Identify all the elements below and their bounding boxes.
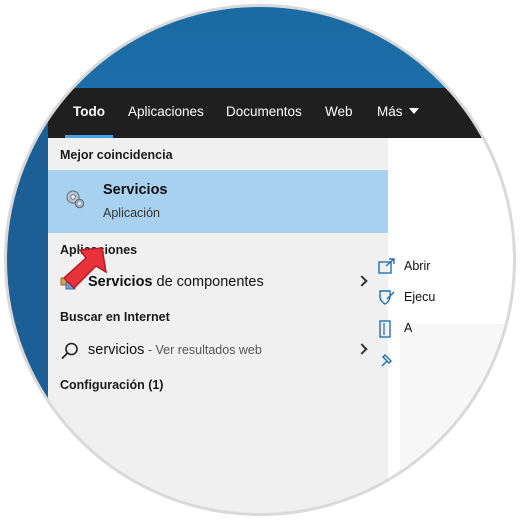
- best-match-title: Servicios: [103, 182, 168, 198]
- tab-web[interactable]: Web: [325, 88, 353, 138]
- action-location-label: A: [404, 321, 413, 335]
- pin-icon: [381, 354, 392, 367]
- app-result-rest: de componentes: [152, 274, 264, 290]
- pointer-arrow-icon: [62, 247, 108, 290]
- open-icon: [378, 258, 395, 274]
- action-run-label: Ejecu: [404, 290, 436, 304]
- action-open-label: Abrir: [404, 259, 431, 273]
- tab-aplicaciones[interactable]: Aplicaciones: [128, 88, 204, 138]
- results-pane: Mejor coincidencia Servicios Aplicación …: [48, 138, 388, 514]
- tab-mas[interactable]: Más: [377, 88, 419, 138]
- best-match-item[interactable]: Servicios Aplicación: [48, 170, 388, 233]
- tab-todo[interactable]: Todo: [65, 88, 113, 138]
- desktop-edge: [6, 88, 48, 514]
- caret-down-icon: [408, 108, 419, 115]
- search-icon: [61, 342, 78, 359]
- best-match-subtitle: Aplicación: [103, 206, 160, 220]
- tab-documentos[interactable]: Documentos: [226, 88, 302, 138]
- web-search-item[interactable]: servicios - Ver resultados web: [48, 336, 388, 366]
- web-search-label: servicios - Ver resultados web: [88, 342, 262, 358]
- actions-panel: [400, 324, 514, 514]
- chevron-right-icon[interactable]: [356, 275, 368, 287]
- zoom-circle: Todo Aplicaciones Documentos Web Más Mej…: [6, 6, 514, 514]
- search-window: Todo Aplicaciones Documentos Web Más Mej…: [48, 88, 514, 514]
- web-search-query: servicios: [88, 342, 145, 358]
- tab-mas-label: Más: [377, 104, 403, 119]
- section-settings: Configuración (1): [60, 378, 164, 392]
- shield-icon: [379, 290, 395, 305]
- section-best-match: Mejor coincidencia: [60, 148, 173, 162]
- web-search-suffix: - Ver resultados web: [144, 343, 262, 357]
- app-result-label: Servicios de componentes: [88, 274, 264, 290]
- search-tabs: Todo Aplicaciones Documentos Web Más: [48, 88, 514, 138]
- folder-icon: [379, 320, 391, 338]
- chevron-right-icon[interactable]: [356, 343, 368, 355]
- section-internet: Buscar en Internet: [60, 310, 170, 324]
- gears-icon: [66, 190, 85, 209]
